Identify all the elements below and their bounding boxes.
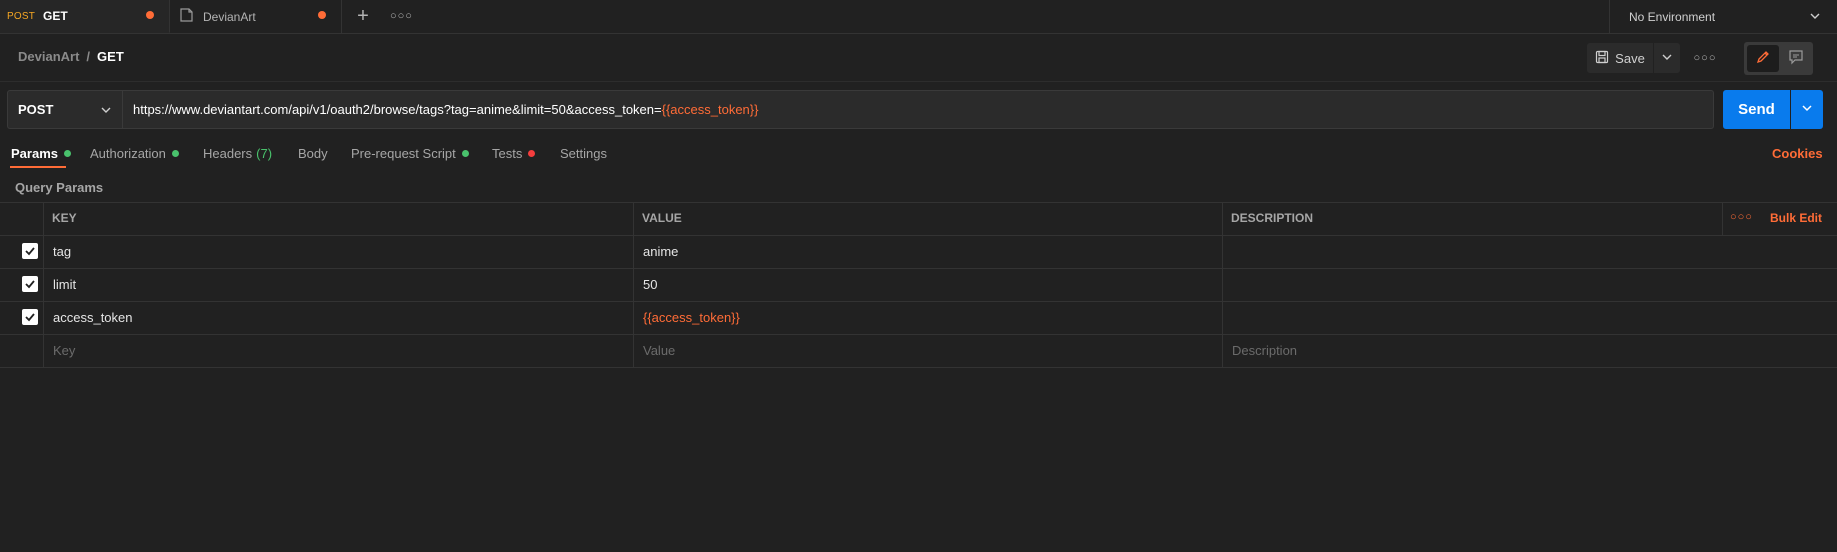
checkmark-icon (25, 313, 35, 322)
tab-pre-request-script[interactable]: Pre-request Script (351, 146, 469, 168)
url-variable: {{access_token}} (661, 102, 759, 117)
new-key-input[interactable]: Key (53, 343, 75, 358)
param-value-cell[interactable]: 50 (643, 277, 657, 292)
send-button[interactable]: Send (1723, 90, 1790, 129)
unsaved-dot (146, 11, 154, 19)
url-input[interactable]: https://www.deviantart.com/api/v1/oauth2… (123, 90, 1714, 129)
tab-tests[interactable]: Tests (492, 146, 536, 168)
column-divider (43, 202, 44, 367)
tab-label: Body (298, 146, 328, 161)
breadcrumb-separator: / (86, 49, 91, 64)
tab-method-label: POST (7, 10, 36, 22)
more-actions-icon[interactable]: ○○○ (1692, 43, 1718, 73)
chevron-down-icon (1661, 51, 1673, 66)
collection-icon (180, 8, 193, 25)
chevron-down-icon (1809, 10, 1821, 25)
row-checkbox[interactable] (22, 243, 38, 259)
edit-mode-button[interactable] (1747, 45, 1779, 72)
breadcrumb-current[interactable]: GET (97, 49, 124, 64)
breadcrumb-parent[interactable]: DevianArt (18, 49, 79, 64)
table-border (0, 301, 1837, 302)
method-label: POST (18, 102, 54, 117)
active-tab-indicator (10, 166, 66, 168)
tab-headers[interactable]: Headers (7) (203, 146, 272, 168)
column-options-icon[interactable]: ○○○ (1730, 211, 1753, 223)
param-key-cell[interactable]: tag (53, 244, 71, 259)
comment-icon (1788, 49, 1804, 68)
column-divider (1722, 202, 1723, 235)
tab-label: Tests (492, 146, 523, 161)
tab-label: Params (11, 146, 58, 161)
tab-settings[interactable]: Settings (560, 146, 607, 168)
breadcrumb: DevianArt / GET (18, 49, 124, 64)
checkmark-icon (25, 280, 35, 289)
column-header-key: KEY (52, 211, 77, 225)
environment-select[interactable]: No Environment (1609, 0, 1837, 33)
table-border (0, 334, 1837, 335)
param-value-cell[interactable]: anime (643, 244, 678, 259)
tab-title: DevianArt (203, 9, 256, 24)
tab-request-get[interactable]: POST GET (0, 0, 170, 33)
row-checkbox[interactable] (22, 276, 38, 292)
status-dot (171, 150, 179, 157)
tab-label: Settings (560, 146, 607, 161)
more-tabs-icon[interactable]: ○○○ (390, 5, 412, 27)
tab-authorization[interactable]: Authorization (90, 146, 179, 168)
save-button[interactable]: Save (1587, 43, 1653, 73)
divider (0, 81, 1837, 82)
table-border (0, 235, 1837, 236)
table-border (0, 268, 1837, 269)
row-checkbox[interactable] (22, 309, 38, 325)
table-border (0, 367, 1837, 368)
new-description-input[interactable]: Description (1232, 343, 1297, 358)
new-value-input[interactable]: Value (643, 343, 675, 358)
column-header-description: DESCRIPTION (1231, 211, 1314, 225)
chevron-down-icon (1801, 102, 1813, 117)
checkmark-icon (25, 247, 35, 256)
tab-label: Pre-request Script (351, 146, 456, 161)
status-dot (461, 150, 469, 157)
column-divider (1222, 202, 1223, 367)
tab-label: Authorization (90, 146, 166, 161)
chevron-down-icon (100, 104, 112, 119)
tab-collection-devianart[interactable]: DevianArt (170, 0, 342, 33)
table-border (0, 202, 1837, 203)
save-dropdown-button[interactable] (1654, 43, 1680, 73)
tab-title: GET (43, 9, 68, 23)
cookies-link[interactable]: Cookies (1772, 146, 1823, 161)
param-value-cell[interactable]: {{access_token}} (643, 310, 740, 325)
error-dot (528, 150, 536, 157)
param-key-cell[interactable]: limit (53, 277, 76, 292)
method-select[interactable]: POST (7, 90, 123, 129)
pencil-icon (1755, 49, 1771, 68)
url-text: https://www.deviantart.com/api/v1/oauth2… (133, 102, 662, 117)
column-header-value: VALUE (642, 211, 682, 225)
save-icon (1595, 50, 1615, 67)
param-key-cell[interactable]: access_token (53, 310, 133, 325)
column-divider (633, 202, 634, 367)
save-label: Save (1615, 50, 1645, 66)
headers-count: (7) (256, 146, 273, 161)
query-params-heading: Query Params (15, 180, 104, 195)
new-tab-plus-icon[interactable]: + (352, 5, 374, 27)
tab-label: Headers (203, 146, 253, 161)
bulk-edit-button[interactable]: Bulk Edit (1770, 211, 1822, 225)
tab-body[interactable]: Body (298, 146, 328, 168)
comments-button[interactable] (1780, 45, 1812, 72)
environment-label: No Environment (1629, 9, 1716, 24)
unsaved-dot (318, 11, 326, 19)
send-dropdown-button[interactable] (1791, 90, 1823, 129)
status-dot (63, 150, 71, 157)
tab-params[interactable]: Params (11, 146, 71, 168)
